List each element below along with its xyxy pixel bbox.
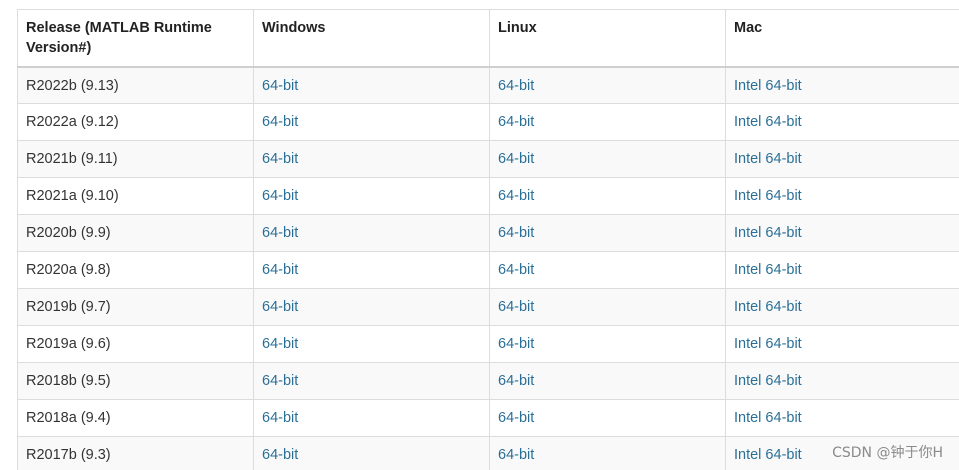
release-cell: R2018b (9.5)	[17, 362, 254, 400]
release-cell: R2017b (9.3)	[17, 436, 254, 470]
table-row: R2021b (9.11) 64-bit 64-bit Intel 64-bit	[17, 140, 959, 178]
linux-download-link[interactable]: 64-bit	[498, 447, 534, 463]
release-cell: R2019b (9.7)	[17, 288, 254, 326]
mac-download-link[interactable]: Intel 64-bit	[734, 336, 802, 352]
windows-cell: 64-bit	[253, 362, 490, 400]
linux-cell: 64-bit	[489, 103, 726, 141]
mac-download-link[interactable]: Intel 64-bit	[734, 151, 802, 167]
linux-download-link[interactable]: 64-bit	[498, 151, 534, 167]
table-row: R2018a (9.4) 64-bit 64-bit Intel 64-bit	[17, 399, 959, 437]
table-row: R2022a (9.12) 64-bit 64-bit Intel 64-bit	[17, 103, 959, 141]
windows-cell: 64-bit	[253, 251, 490, 289]
table-header-row: Release (MATLAB Runtime Version#) Window…	[17, 9, 959, 67]
linux-cell: 64-bit	[489, 399, 726, 437]
table-header: Release (MATLAB Runtime Version#) Window…	[17, 9, 959, 67]
release-cell: R2021a (9.10)	[17, 177, 254, 215]
linux-download-link[interactable]: 64-bit	[498, 225, 534, 241]
table-row: R2020a (9.8) 64-bit 64-bit Intel 64-bit	[17, 251, 959, 289]
windows-download-link[interactable]: 64-bit	[262, 188, 298, 204]
windows-cell: 64-bit	[253, 66, 490, 104]
table-row: R2019a (9.6) 64-bit 64-bit Intel 64-bit	[17, 325, 959, 363]
mac-cell: Intel 64-bit	[725, 103, 959, 141]
csdn-watermark: CSDN @钟于你H	[832, 445, 943, 461]
mac-download-link[interactable]: Intel 64-bit	[734, 78, 802, 94]
mac-download-link[interactable]: Intel 64-bit	[734, 410, 802, 426]
mac-cell: Intel 64-bit	[725, 214, 959, 252]
linux-download-link[interactable]: 64-bit	[498, 410, 534, 426]
windows-cell: 64-bit	[253, 177, 490, 215]
mac-cell: Intel 64-bit	[725, 251, 959, 289]
table-row: R2021a (9.10) 64-bit 64-bit Intel 64-bit	[17, 177, 959, 215]
linux-cell: 64-bit	[489, 251, 726, 289]
windows-download-link[interactable]: 64-bit	[262, 151, 298, 167]
release-cell: R2020b (9.9)	[17, 214, 254, 252]
mac-download-link[interactable]: Intel 64-bit	[734, 225, 802, 241]
windows-cell: 64-bit	[253, 140, 490, 178]
linux-download-link[interactable]: 64-bit	[498, 299, 534, 315]
mac-download-link[interactable]: Intel 64-bit	[734, 299, 802, 315]
windows-download-link[interactable]: 64-bit	[262, 447, 298, 463]
table-body: R2022b (9.13) 64-bit 64-bit Intel 64-bit R20…	[17, 66, 959, 470]
linux-cell: 64-bit	[489, 436, 726, 470]
mac-cell: Intel 64-bit	[725, 325, 959, 363]
linux-cell: 64-bit	[489, 214, 726, 252]
column-header-windows: Windows	[253, 9, 490, 67]
windows-cell: 64-bit	[253, 288, 490, 326]
linux-download-link[interactable]: 64-bit	[498, 188, 534, 204]
column-header-release: Release (MATLAB Runtime Version#)	[17, 9, 254, 67]
windows-download-link[interactable]: 64-bit	[262, 410, 298, 426]
release-cell: R2022a (9.12)	[17, 103, 254, 141]
column-header-mac: Mac	[725, 9, 959, 67]
mac-cell: Intel 64-bit	[725, 66, 959, 104]
linux-download-link[interactable]: 64-bit	[498, 336, 534, 352]
mac-download-link[interactable]: Intel 64-bit	[734, 114, 802, 130]
linux-cell: 64-bit	[489, 362, 726, 400]
page: Release (MATLAB Runtime Version#) Window…	[0, 0, 959, 470]
release-cell: R2019a (9.6)	[17, 325, 254, 363]
linux-download-link[interactable]: 64-bit	[498, 114, 534, 130]
table-row: R2018b (9.5) 64-bit 64-bit Intel 64-bit	[17, 362, 959, 400]
linux-download-link[interactable]: 64-bit	[498, 373, 534, 389]
windows-cell: 64-bit	[253, 436, 490, 470]
windows-cell: 64-bit	[253, 325, 490, 363]
linux-cell: 64-bit	[489, 140, 726, 178]
windows-cell: 64-bit	[253, 214, 490, 252]
mac-download-link[interactable]: Intel 64-bit	[734, 262, 802, 278]
windows-download-link[interactable]: 64-bit	[262, 262, 298, 278]
mac-cell: Intel 64-bit	[725, 399, 959, 437]
mac-cell: Intel 64-bit	[725, 177, 959, 215]
windows-download-link[interactable]: 64-bit	[262, 336, 298, 352]
release-cell: R2021b (9.11)	[17, 140, 254, 178]
windows-download-link[interactable]: 64-bit	[262, 78, 298, 94]
mac-cell: Intel 64-bit	[725, 140, 959, 178]
linux-cell: 64-bit	[489, 288, 726, 326]
mac-download-link[interactable]: Intel 64-bit	[734, 188, 802, 204]
windows-download-link[interactable]: 64-bit	[262, 299, 298, 315]
release-cell: R2020a (9.8)	[17, 251, 254, 289]
windows-download-link[interactable]: 64-bit	[262, 225, 298, 241]
table-row: R2022b (9.13) 64-bit 64-bit Intel 64-bit	[17, 66, 959, 104]
linux-cell: 64-bit	[489, 66, 726, 104]
runtime-downloads-table: Release (MATLAB Runtime Version#) Window…	[17, 9, 959, 470]
mac-cell: Intel 64-bit	[725, 288, 959, 326]
mac-download-link[interactable]: Intel 64-bit	[734, 447, 802, 463]
release-cell: R2018a (9.4)	[17, 399, 254, 437]
linux-download-link[interactable]: 64-bit	[498, 262, 534, 278]
release-cell: R2022b (9.13)	[17, 66, 254, 104]
windows-download-link[interactable]: 64-bit	[262, 373, 298, 389]
column-header-linux: Linux	[489, 9, 726, 67]
linux-download-link[interactable]: 64-bit	[498, 78, 534, 94]
linux-cell: 64-bit	[489, 325, 726, 363]
mac-cell: Intel 64-bit	[725, 362, 959, 400]
table-row: R2020b (9.9) 64-bit 64-bit Intel 64-bit	[17, 214, 959, 252]
table-row: R2017b (9.3) 64-bit 64-bit Intel 64-bit	[17, 436, 959, 470]
linux-cell: 64-bit	[489, 177, 726, 215]
table-row: R2019b (9.7) 64-bit 64-bit Intel 64-bit	[17, 288, 959, 326]
windows-cell: 64-bit	[253, 103, 490, 141]
windows-cell: 64-bit	[253, 399, 490, 437]
windows-download-link[interactable]: 64-bit	[262, 114, 298, 130]
mac-download-link[interactable]: Intel 64-bit	[734, 373, 802, 389]
